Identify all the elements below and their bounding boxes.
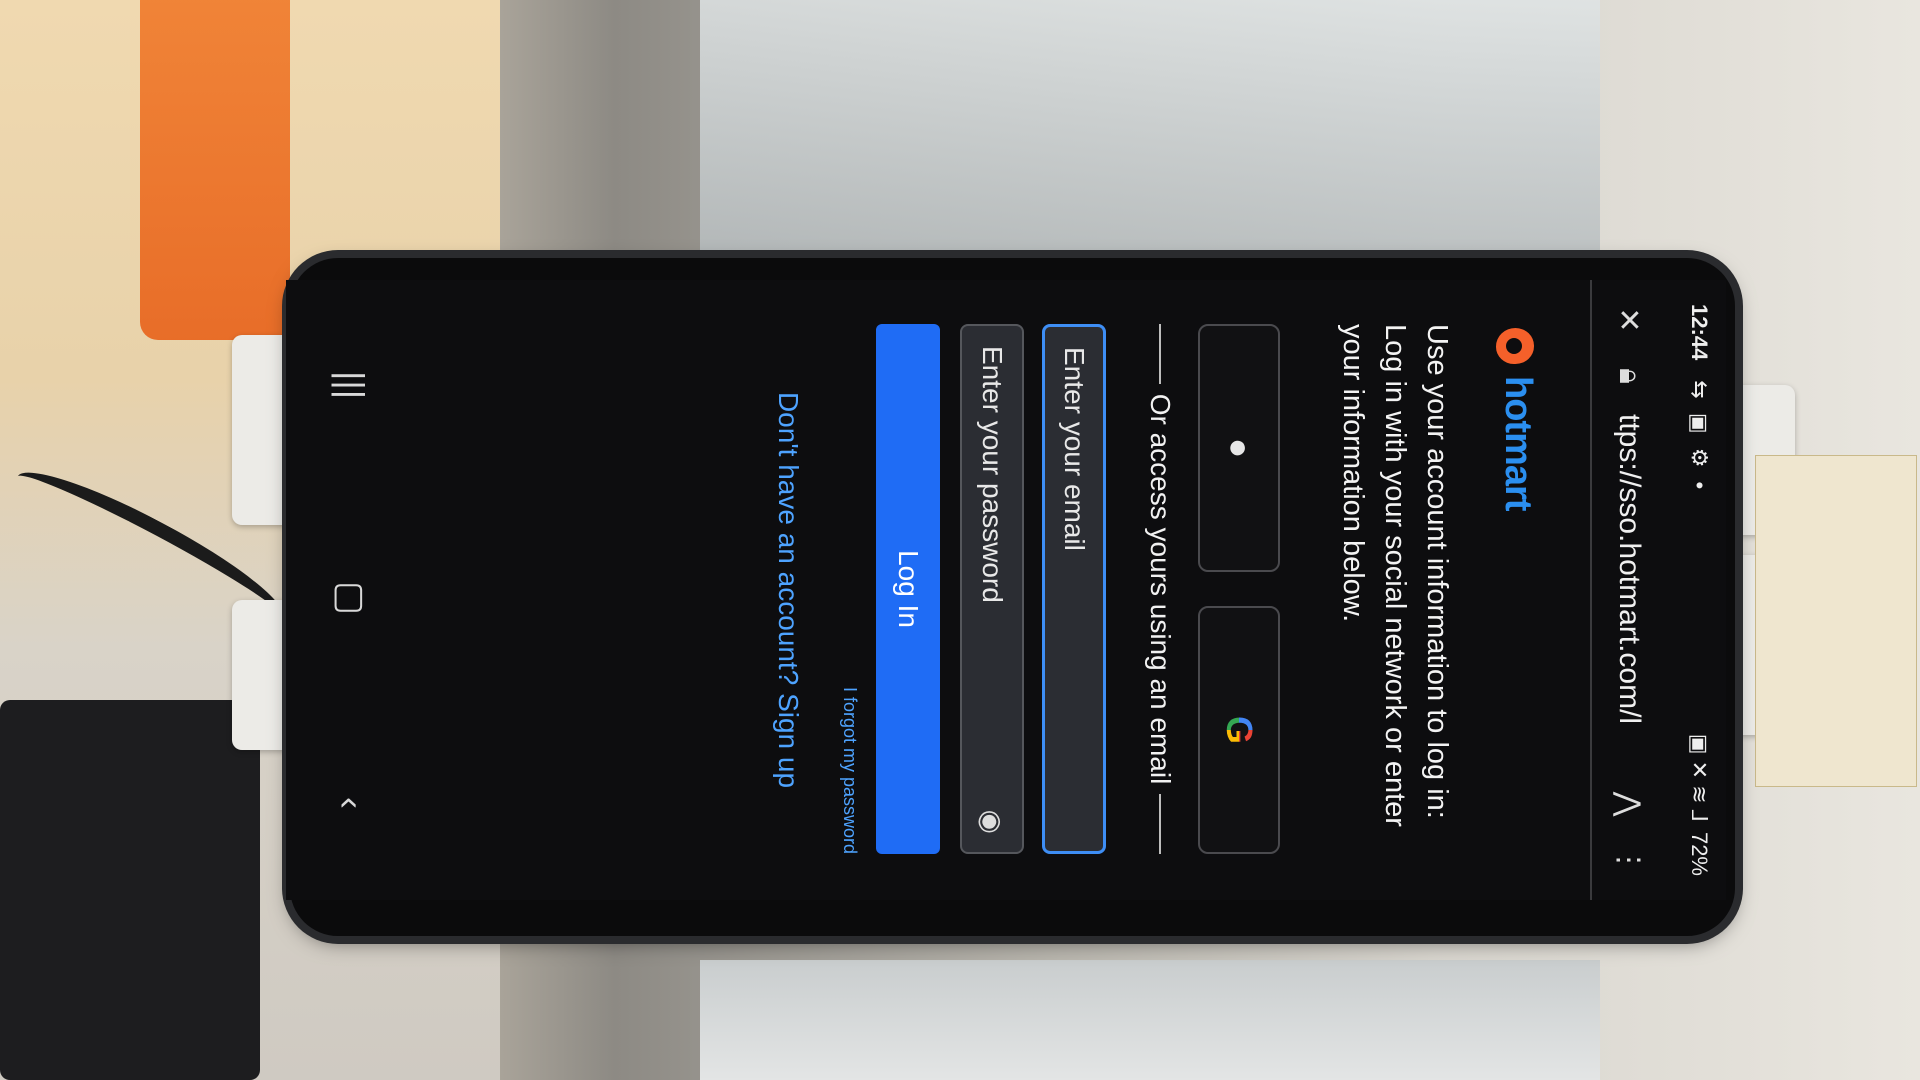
share-icon[interactable]: ⋀ [1612, 786, 1647, 822]
divider-line-left [1159, 324, 1161, 384]
battery-level: 72% [1687, 831, 1712, 876]
browser-address-bar: ✕ 🔒︎ ttps://sso.hotmart.com/l ⋀ ⋮ [1590, 280, 1666, 900]
phone-mount-left-top [232, 335, 292, 525]
phone-screen: 12:44 ⇆ ▣ ⚙ • ▣ ✕ ≋ ⅃ 72% ✕ 🔒︎ ttps://ss… [286, 280, 1726, 900]
more-vert-icon[interactable]: ⋮ [1612, 842, 1647, 878]
background-orange-object [140, 0, 290, 340]
divider-text: Or access yours using an email [1145, 393, 1176, 785]
intro-text: Use your account information to log in: … [1332, 324, 1458, 864]
android-nav-bar: ||| ▢ ‹ [306, 280, 396, 900]
back-icon[interactable]: ‹ [330, 797, 372, 809]
email-field[interactable] [1042, 324, 1106, 854]
toggle-password-visibility-icon[interactable]: ◉ [976, 810, 1009, 834]
status-left-icons: ⇆ ▣ ⚙ • [1687, 380, 1712, 494]
warning-sticker [1755, 455, 1917, 787]
apple-login-button[interactable]: ● [1198, 324, 1280, 572]
close-icon[interactable]: ✕ [1612, 302, 1647, 338]
apple-icon: ● [1220, 437, 1259, 459]
hotmart-logo: hotmart [1494, 324, 1542, 510]
forgot-password-link[interactable]: I forgot my password [839, 687, 860, 854]
url-field[interactable]: ttps://sso.hotmart.com/l [1612, 414, 1646, 766]
phone-mount-left-bottom [232, 600, 292, 750]
intro-line-1: Use your account information to log in: [1421, 324, 1453, 819]
status-bar: 12:44 ⇆ ▣ ⚙ • ▣ ✕ ≋ ⅃ 72% [1672, 280, 1726, 900]
status-time: 12:44 [1687, 304, 1712, 361]
email-input[interactable] [1057, 345, 1091, 833]
brand-name: hotmart [1497, 376, 1540, 511]
home-icon[interactable]: ▢ [330, 581, 372, 615]
google-icon: G [1219, 715, 1260, 744]
social-login-row: ● G [1198, 324, 1280, 854]
email-divider: Or access yours using an email [1144, 324, 1176, 855]
password-input[interactable] [975, 344, 1009, 802]
flame-icon [1494, 324, 1542, 368]
password-field[interactable]: ◉ [960, 324, 1024, 854]
google-login-button[interactable]: G [1198, 606, 1280, 854]
divider-line-right [1159, 794, 1161, 855]
recents-icon[interactable]: ||| [330, 371, 372, 399]
background-glass-panel-bottom [700, 960, 1600, 1080]
background-glass-panel [700, 0, 1600, 260]
status-right-icons: ▣ ✕ ≋ ⅃ [1687, 733, 1712, 822]
signup-link[interactable]: Don't have an account? Sign up [772, 280, 804, 900]
lock-icon[interactable]: 🔒︎ [1612, 358, 1646, 394]
login-button[interactable]: Log In [876, 324, 940, 854]
intro-line-2: Log in with your social network or enter… [1336, 324, 1411, 827]
background-foam-block [0, 700, 260, 1080]
status-right: ▣ ✕ ≋ ⅃ 72% [1686, 734, 1712, 876]
